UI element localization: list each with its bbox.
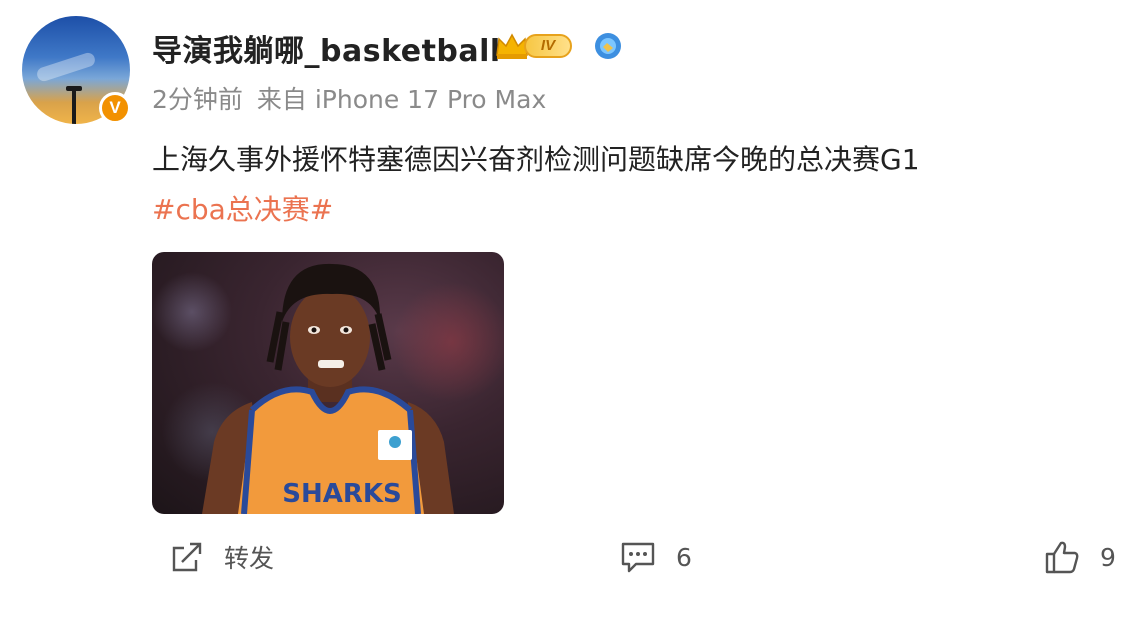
like-icon: [1045, 541, 1079, 574]
post-meta: 2分钟前 来自 iPhone 17 Pro Max: [152, 80, 560, 116]
post-time[interactable]: 2分钟前: [152, 85, 243, 114]
action-bar: 转发 6 9: [0, 530, 1131, 590]
post-source: 来自 iPhone 17 Pro Max: [256, 85, 547, 114]
comment-icon: [621, 542, 655, 573]
like-count: 9: [1100, 542, 1116, 572]
like-button[interactable]: 9: [1044, 530, 1116, 584]
repost-icon: [172, 542, 202, 572]
post-text: 上海久事外援怀特塞德因兴奋剂检测问题缺席今晚的总决赛G1: [152, 143, 920, 176]
crown-level-icon[interactable]: IV: [494, 30, 576, 62]
level-badge: IV: [524, 34, 572, 58]
comment-button[interactable]: 6: [620, 530, 692, 584]
comment-count: 6: [676, 542, 692, 572]
avatar-pole: [72, 86, 76, 124]
avatar-cloud: [35, 51, 97, 83]
blue-emblem-icon[interactable]: [594, 32, 622, 60]
repost-button[interactable]: 转发: [170, 530, 274, 584]
weibo-post: V 导演我躺哪_basketball IV 2分钟前 来自 iPhone 17 P…: [0, 0, 1131, 636]
post-image[interactable]: SHARKS: [152, 252, 504, 514]
hashtag-link[interactable]: #cba总决赛#: [152, 188, 333, 228]
jersey-text: SHARKS: [282, 479, 402, 509]
player-illustration: SHARKS: [202, 263, 454, 514]
repost-label: 转发: [224, 544, 275, 573]
username[interactable]: 导演我躺哪_basketball: [152, 26, 501, 70]
verified-v-icon: V: [99, 92, 131, 124]
